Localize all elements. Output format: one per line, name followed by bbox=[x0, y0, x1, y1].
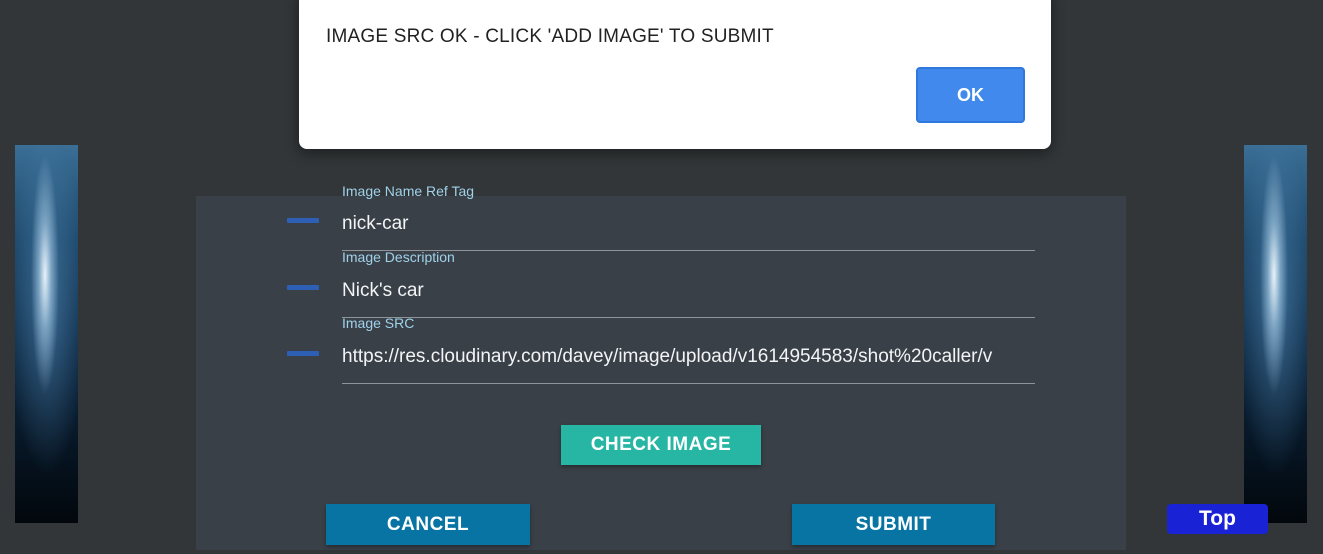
image-description-label: Image Description bbox=[342, 249, 455, 265]
image-name-label: Image Name Ref Tag bbox=[342, 183, 475, 199]
image-src-label: Image SRC bbox=[342, 315, 415, 331]
field-marker bbox=[287, 285, 319, 290]
field-marker bbox=[287, 218, 319, 223]
field-underline bbox=[342, 317, 1035, 318]
side-image-left bbox=[15, 145, 78, 523]
page: Image Name Ref Tag nick-car Image Descri… bbox=[0, 0, 1323, 554]
ok-button[interactable]: OK bbox=[916, 67, 1025, 123]
side-image-right bbox=[1244, 145, 1307, 523]
submit-button[interactable]: SUBMIT bbox=[792, 504, 995, 545]
alert-dialog: IMAGE SRC OK - CLICK 'ADD IMAGE' TO SUBM… bbox=[299, 0, 1051, 149]
cancel-button[interactable]: CANCEL bbox=[326, 504, 530, 545]
field-underline bbox=[342, 383, 1035, 384]
check-image-button[interactable]: CHECK IMAGE bbox=[561, 425, 761, 465]
field-marker bbox=[287, 351, 319, 356]
image-description-input[interactable]: Nick's car bbox=[342, 280, 1035, 302]
image-src-input[interactable]: https://res.cloudinary.com/davey/image/u… bbox=[342, 346, 1035, 368]
image-form-panel: Image Name Ref Tag nick-car Image Descri… bbox=[196, 183, 1126, 550]
image-name-input[interactable]: nick-car bbox=[342, 213, 1035, 235]
scroll-top-button[interactable]: Top bbox=[1167, 504, 1268, 534]
alert-message: IMAGE SRC OK - CLICK 'ADD IMAGE' TO SUBM… bbox=[326, 26, 774, 47]
